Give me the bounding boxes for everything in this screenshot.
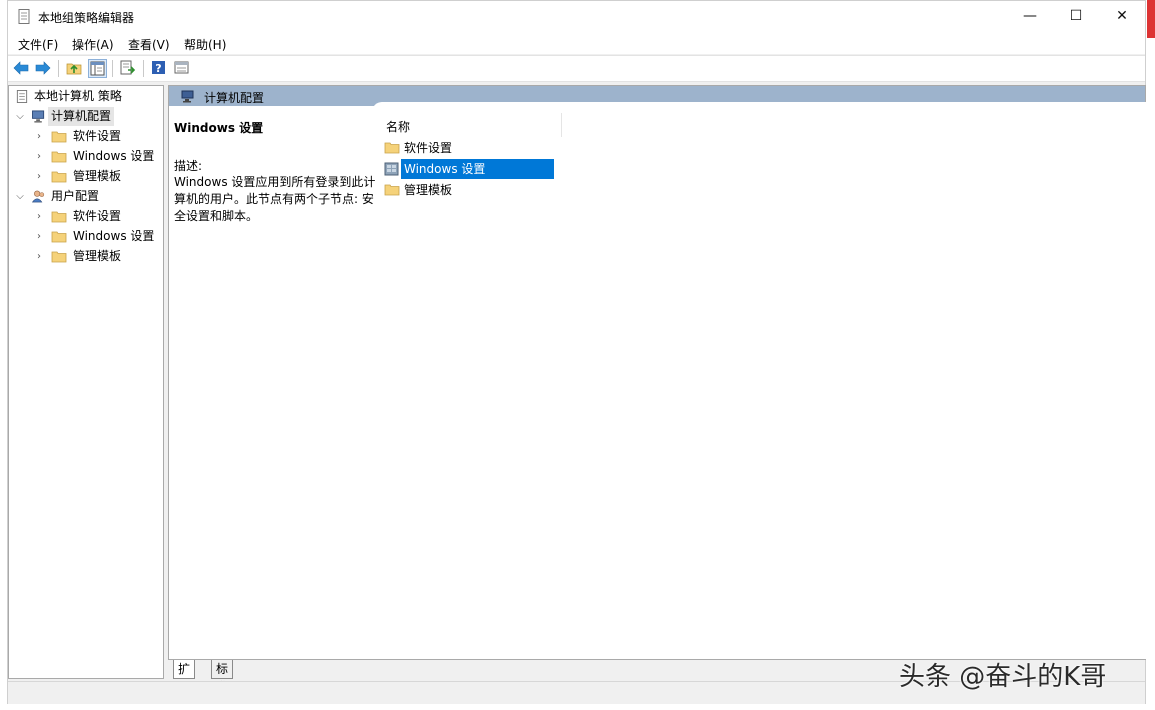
chevron-down-icon[interactable]: ⌵: [14, 107, 26, 126]
description-title: Windows 设置: [174, 121, 264, 135]
toolbar-separator: [58, 60, 59, 77]
up-folder-icon: [66, 63, 82, 75]
title-bar: 本地组策略编辑器 — ☐ ✕: [8, 1, 1145, 33]
tree-label: Windows 设置: [73, 149, 155, 163]
chevron-right-icon[interactable]: ›: [33, 247, 45, 266]
up-level-button[interactable]: [65, 59, 84, 78]
show-hide-tree-button[interactable]: [88, 59, 107, 78]
tree-item-user-admin-templates[interactable]: › 管理模板: [33, 247, 161, 266]
tree-item-local-policy[interactable]: 本地计算机 策略: [12, 87, 152, 106]
tree-item-user-windows-settings[interactable]: › Windows 设置: [33, 227, 161, 246]
computer-icon: [32, 110, 45, 123]
list-item-label: 软件设置: [404, 141, 453, 155]
tab-extended[interactable]: 扩展: [173, 660, 196, 694]
toolbar-separator: [112, 60, 113, 77]
column-header-label: 名称: [386, 120, 411, 134]
toolbar-separator: [143, 60, 144, 77]
user-icon: [31, 190, 45, 203]
chevron-right-icon[interactable]: ›: [33, 207, 45, 226]
chevron-right-icon[interactable]: ›: [33, 147, 45, 166]
folder-icon: [51, 151, 67, 163]
pane-header-title: 计算机配置: [204, 91, 265, 105]
tree-label: Windows 设置: [73, 229, 155, 243]
list-item-label: 管理模板: [404, 183, 453, 197]
back-arrow-icon: [13, 61, 29, 75]
list-item-label: Windows 设置: [401, 159, 554, 179]
tree-label: 计算机配置: [48, 107, 115, 126]
minimize-button[interactable]: —: [1007, 1, 1053, 31]
tree-item-computer-config[interactable]: ⌵ 计算机配置: [14, 107, 154, 126]
console-tree: 本地计算机 策略 ⌵ 计算机配置 › 软件设置 › Windows 设置 › 管…: [8, 85, 164, 679]
forward-arrow-icon: [35, 61, 51, 75]
policy-document-icon: [16, 90, 28, 103]
tree-item-software-settings[interactable]: › 软件设置: [33, 127, 161, 146]
tree-label: 软件设置: [73, 129, 122, 143]
folder-icon: [384, 184, 400, 196]
policy-document-icon: [18, 9, 30, 24]
tree-item-windows-settings[interactable]: › Windows 设置: [33, 147, 161, 166]
column-header-name[interactable]: 名称: [379, 113, 562, 137]
maximize-button[interactable]: ☐: [1053, 1, 1099, 31]
help-button[interactable]: ?: [150, 59, 169, 78]
chevron-down-icon[interactable]: ⌵: [14, 187, 26, 206]
properties-view-icon: [174, 61, 189, 74]
menu-help[interactable]: 帮助(H): [182, 36, 228, 53]
menu-view[interactable]: 查看(V): [126, 36, 172, 53]
description-text: Windows 设置应用到所有登录到此计算机的用户。此节点有两个子节点: 安全设…: [174, 175, 376, 223]
menu-action[interactable]: 操作(A): [70, 36, 116, 53]
details-pane: 计算机配置 Windows 设置 描述: Windows 设置应用到所有登录到此…: [168, 85, 1146, 660]
folder-icon: [51, 171, 67, 183]
menu-bar: 文件(F) 操作(A) 查看(V) 帮助(H): [8, 33, 1145, 54]
folder-icon: [51, 131, 67, 143]
group-policy-window: 本地组策略编辑器 — ☐ ✕ 文件(F) 操作(A) 查看(V) 帮助(H) ?…: [7, 0, 1146, 704]
help-icon: ?: [152, 61, 165, 75]
tree-label: 本地计算机 策略: [34, 89, 122, 103]
folder-icon: [51, 231, 67, 243]
back-button[interactable]: [12, 59, 31, 78]
description-label: 描述:: [174, 159, 203, 173]
tree-label: 软件设置: [73, 209, 122, 223]
export-list-icon: [120, 60, 136, 75]
computer-icon: [181, 90, 194, 103]
tree-item-admin-templates[interactable]: › 管理模板: [33, 167, 161, 186]
tree-label: 管理模板: [73, 249, 122, 263]
export-list-button[interactable]: [119, 59, 138, 78]
show-hide-tree-icon: [90, 61, 105, 76]
svg-text:?: ?: [155, 62, 161, 75]
properties-view-button[interactable]: [173, 59, 192, 78]
folder-icon: [51, 251, 67, 263]
toolbar: ?: [8, 55, 1145, 82]
tree-label: 管理模板: [73, 169, 122, 183]
forward-button[interactable]: [34, 59, 53, 78]
tree-item-user-software-settings[interactable]: › 软件设置: [33, 207, 161, 226]
list-view-background: [372, 102, 1146, 659]
tree-item-user-config[interactable]: ⌵ 用户配置: [14, 187, 154, 206]
chevron-right-icon[interactable]: ›: [33, 167, 45, 186]
watermark: 头条 @奋斗的K哥: [899, 662, 1107, 692]
window-title: 本地组策略编辑器: [38, 11, 135, 25]
tab-standard[interactable]: 标准: [211, 660, 234, 694]
chevron-right-icon[interactable]: ›: [33, 227, 45, 246]
tree-label: 用户配置: [51, 189, 100, 203]
background-edge: [1147, 0, 1155, 38]
folder-icon: [384, 142, 400, 154]
settings-icon: [384, 162, 399, 176]
chevron-right-icon[interactable]: ›: [33, 127, 45, 146]
menu-file[interactable]: 文件(F): [16, 36, 60, 53]
close-button[interactable]: ✕: [1099, 1, 1145, 31]
folder-icon: [51, 211, 67, 223]
